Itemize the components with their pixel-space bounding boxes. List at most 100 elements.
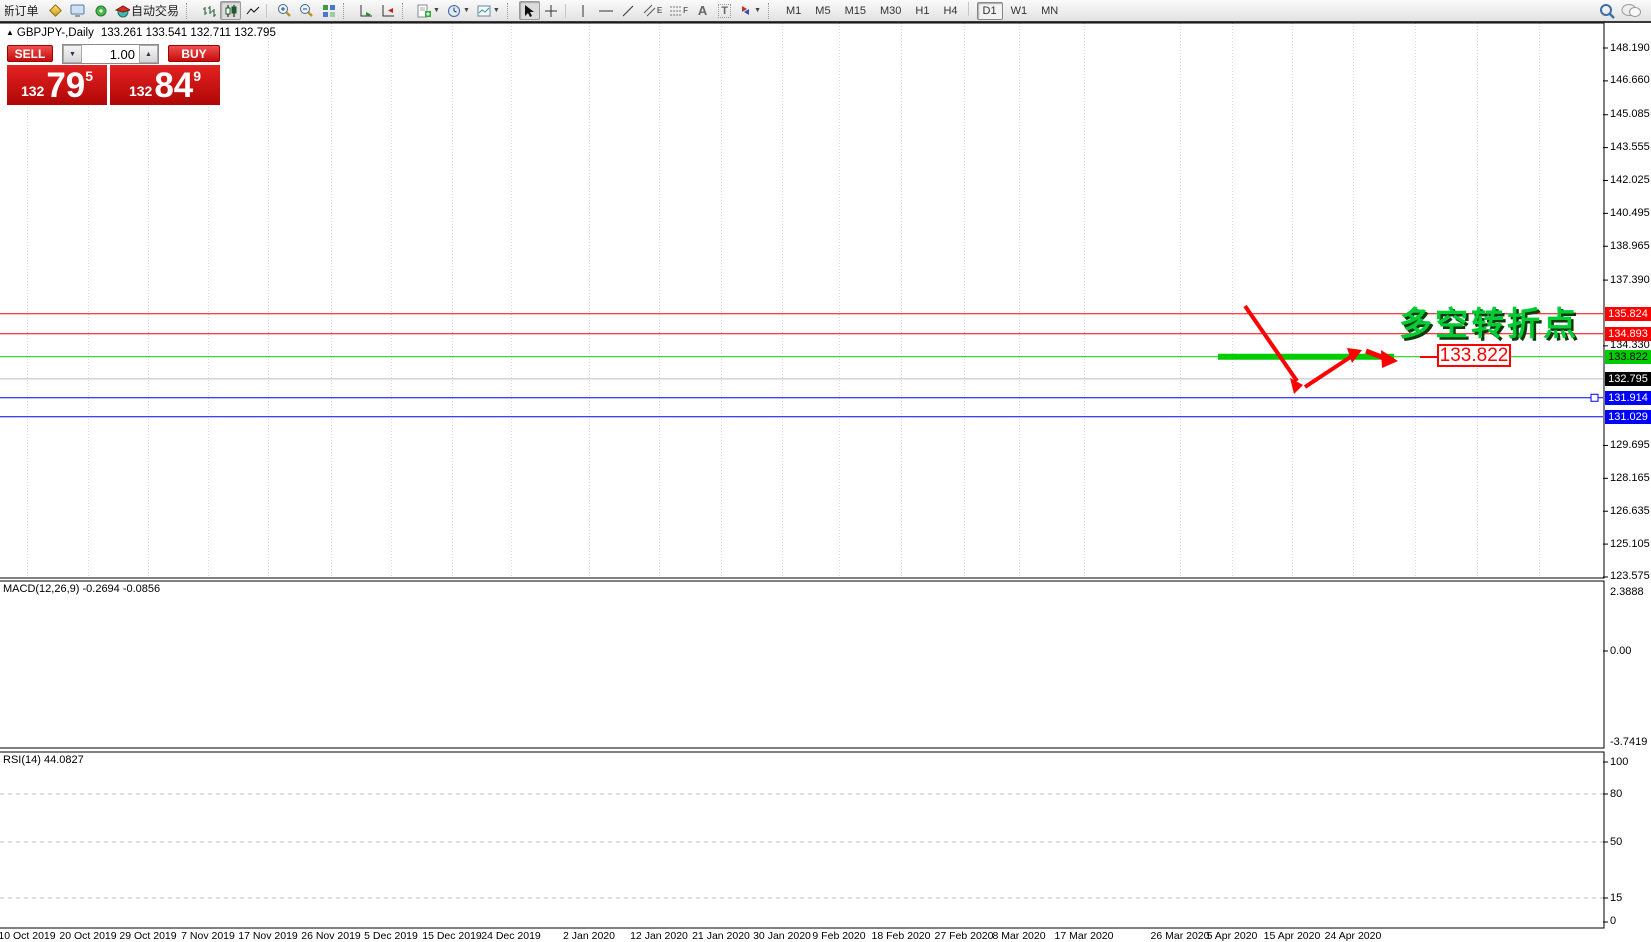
price-tick-label: 143.555	[1610, 141, 1650, 153]
macd-axis-label: 2.3888	[1610, 586, 1644, 598]
collapse-triangle-icon[interactable]: ▲	[6, 28, 14, 37]
sell-price-pips: 79	[46, 69, 85, 103]
periods-button[interactable]: ▼	[444, 1, 473, 20]
toolbar-separator	[266, 4, 271, 18]
timeframe-M5[interactable]: M5	[809, 2, 836, 20]
chart-title: ▲GBPJPY-,Daily133.261 133.541 132.711 13…	[6, 27, 276, 39]
chart-shift-button[interactable]	[377, 1, 398, 20]
sell-button[interactable]: SELL	[7, 45, 53, 62]
market-watch-icon[interactable]	[67, 1, 89, 20]
price-tick-label: 125.105	[1610, 538, 1650, 550]
chart-canvas[interactable]	[0, 0, 1651, 942]
horizontal-line-button[interactable]	[595, 1, 617, 20]
sell-price-figure: 132	[21, 83, 44, 99]
one-click-trading-panel: SELL ▼ ▲ BUY 132 79 5 132 84 9	[7, 44, 220, 105]
volume-increase-button[interactable]: ▲	[139, 45, 158, 63]
buy-button[interactable]: BUY	[168, 45, 220, 62]
price-tick-label: 123.575	[1610, 570, 1650, 582]
chevron-down-icon[interactable]: ▼	[493, 7, 500, 14]
signals-icon[interactable]	[90, 1, 111, 20]
auto-scroll-button[interactable]	[355, 1, 376, 20]
channel-button[interactable]: E	[640, 1, 665, 20]
metaquotes-icon[interactable]	[45, 1, 66, 20]
macd-label: MACD(12,26,9) -0.2694 -0.0856	[3, 583, 160, 595]
toolbar-separator	[768, 3, 776, 19]
cursor-button[interactable]	[519, 1, 540, 20]
macd-axis-label: 0.00	[1610, 645, 1631, 657]
date-tick-label: 27 Feb 2020	[935, 930, 994, 942]
line-chart-button[interactable]	[242, 1, 263, 20]
chat-icon[interactable]	[1621, 3, 1641, 18]
turning-point-annotation: 多空转折点	[1399, 297, 1579, 345]
fibonacci-button[interactable]: F	[666, 1, 691, 20]
toolbar-separator	[565, 4, 570, 18]
vertical-line-button[interactable]	[573, 1, 594, 20]
date-tick-label: 17 Mar 2020	[1055, 930, 1114, 942]
rsi-axis-label: 15	[1610, 892, 1622, 904]
rsi-axis-label: 100	[1610, 756, 1628, 768]
date-tick-label: 29 Oct 2019	[119, 930, 176, 942]
buy-price-figure: 132	[129, 83, 152, 99]
new-order-button[interactable]: 新订单	[4, 3, 44, 19]
date-tick-label: 17 Nov 2019	[238, 930, 298, 942]
trend-arrow[interactable]	[1366, 351, 1384, 358]
price-level-chip: 133.822	[1605, 350, 1651, 364]
text-label-button[interactable]: T	[714, 1, 735, 20]
volume-input[interactable]	[82, 45, 139, 63]
date-tick-label: 10 Oct 2019	[0, 930, 56, 942]
date-tick-label: 15 Dec 2019	[422, 930, 482, 942]
chevron-down-icon[interactable]: ▼	[754, 7, 761, 14]
price-level-chip: 132.795	[1605, 372, 1651, 386]
volume-stepper: ▼ ▲	[62, 44, 159, 64]
label-icon: T	[718, 4, 731, 18]
trend-arrow-head	[1290, 378, 1303, 394]
timeframe-H4[interactable]: H4	[937, 2, 963, 20]
date-tick-label: 7 Nov 2019	[181, 930, 235, 942]
trendline-button[interactable]	[618, 1, 639, 20]
candlestick-chart-button[interactable]	[220, 1, 241, 20]
bar-chart-button[interactable]	[198, 1, 219, 20]
trend-arrow[interactable]	[1245, 306, 1297, 381]
trend-arrow[interactable]	[1305, 356, 1352, 387]
timeframe-M1[interactable]: M1	[780, 2, 807, 20]
channel-glyph: E	[657, 6, 662, 15]
timeframe-H1[interactable]: H1	[909, 2, 935, 20]
price-tick-label: 148.190	[1610, 42, 1650, 54]
text-button[interactable]: A	[692, 1, 713, 20]
date-tick-label: 9 Feb 2020	[812, 930, 865, 942]
timeframe-group: M1M5M15M30H1H4 D1W1MN	[780, 2, 1064, 20]
chevron-down-icon[interactable]: ▼	[463, 7, 470, 14]
buy-price[interactable]: 132 84 9	[110, 65, 220, 105]
indicators-button[interactable]: ▼	[414, 1, 443, 20]
tile-windows-button[interactable]	[318, 1, 339, 20]
new-chart-button[interactable]: ▼	[474, 1, 503, 20]
autotrading-button[interactable]: 自动交易	[112, 1, 182, 20]
date-tick-label: 5 Apr 2020	[1207, 930, 1258, 942]
zoom-in-button[interactable]	[274, 1, 295, 20]
sell-price-point: 5	[85, 68, 93, 84]
timeframe-M30[interactable]: M30	[874, 2, 907, 20]
date-tick-label: 5 Dec 2019	[364, 930, 418, 942]
level-price-label[interactable]: 133.822	[1437, 344, 1511, 367]
line-endpoint-marker[interactable]	[1591, 394, 1598, 401]
crosshair-button[interactable]	[541, 1, 562, 20]
timeframe-W1[interactable]: W1	[1005, 2, 1034, 20]
timeframe-M15[interactable]: M15	[839, 2, 872, 20]
toolbar-separator	[186, 3, 194, 19]
zoom-out-button[interactable]	[296, 1, 317, 20]
date-tick-label: 18 Feb 2020	[872, 930, 931, 942]
rsi-axis-label: 0	[1610, 915, 1616, 927]
rsi-axis-label: 80	[1610, 788, 1622, 800]
rsi-axis-label: 50	[1610, 836, 1622, 848]
timeframe-D1[interactable]: D1	[977, 2, 1003, 20]
arrows-button[interactable]: ▼	[736, 1, 764, 20]
price-level-chip: 131.914	[1605, 391, 1651, 405]
date-tick-label: 20 Oct 2019	[59, 930, 116, 942]
volume-decrease-button[interactable]: ▼	[63, 45, 82, 63]
trend-arrow-head	[1347, 348, 1362, 363]
chevron-down-icon[interactable]: ▼	[433, 7, 440, 14]
search-icon[interactable]	[1599, 3, 1615, 19]
timeframe-MN[interactable]: MN	[1035, 2, 1064, 20]
sell-price[interactable]: 132 79 5	[7, 65, 107, 105]
toolbar-separator	[343, 3, 351, 19]
